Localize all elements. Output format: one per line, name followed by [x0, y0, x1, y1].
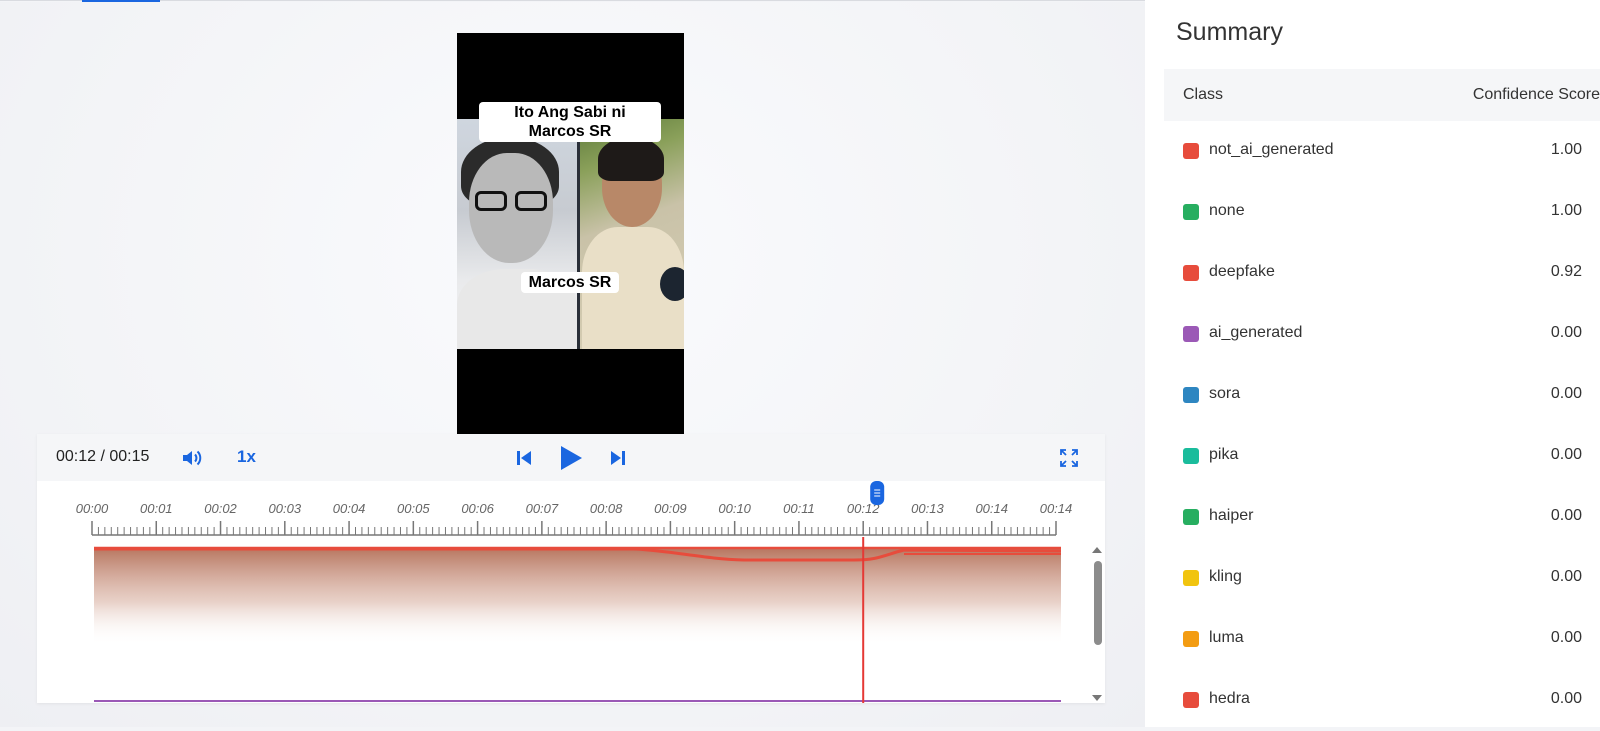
class-color-swatch [1183, 570, 1199, 586]
class-color-swatch [1183, 692, 1199, 708]
scroll-thumb [1094, 561, 1102, 645]
class-name: not_ai_generated [1209, 141, 1334, 158]
fullscreen-icon[interactable] [1059, 448, 1079, 468]
class-color-swatch [1183, 326, 1199, 342]
class-name: haiper [1209, 507, 1254, 524]
video-frame[interactable]: Ito Ang Sabi ni Marcos SR Marcos SR [457, 33, 684, 436]
summary-row[interactable]: not_ai_generated 1.00 [1164, 121, 1600, 182]
column-header-confidence-score[interactable]: Confidence Score [1473, 86, 1600, 104]
scroll-down-arrow-icon [1092, 695, 1102, 701]
summary-row[interactable]: sora 0.00 [1164, 365, 1600, 426]
play-icon[interactable] [558, 444, 584, 472]
skip-previous-icon[interactable] [515, 449, 533, 467]
timeline-ruler[interactable] [37, 481, 1105, 551]
controls-bar: 00:12 / 00:15 1x [37, 434, 1105, 481]
class-name: none [1209, 202, 1245, 219]
summary-title: Summary [1176, 18, 1283, 46]
video-photo-left [457, 119, 577, 349]
time-display: 00:12 / 00:15 [56, 448, 150, 465]
summary-row[interactable]: pika 0.00 [1164, 426, 1600, 487]
column-header-class[interactable]: Class [1183, 86, 1223, 104]
volume-icon[interactable] [181, 448, 203, 468]
confidence-score: 0.00 [1550, 507, 1582, 524]
confidence-score: 0.00 [1550, 690, 1582, 707]
class-color-swatch [1183, 204, 1199, 220]
class-name: hedra [1209, 690, 1250, 707]
summary-panel: Summary Class Confidence Score not_ai_ge… [1145, 0, 1600, 727]
timeline-scrollbar[interactable] [1089, 545, 1105, 703]
skip-next-icon[interactable] [609, 449, 627, 467]
class-name: kling [1209, 568, 1242, 585]
class-name: pika [1209, 446, 1239, 463]
class-color-swatch [1183, 509, 1199, 525]
video-caption-top: Ito Ang Sabi ni Marcos SR [479, 102, 661, 142]
summary-row[interactable]: luma 0.00 [1164, 609, 1600, 670]
confidence-chart [94, 546, 1061, 702]
summary-row[interactable]: hedra 0.00 [1164, 670, 1600, 731]
summary-row[interactable]: haiper 0.00 [1164, 487, 1600, 548]
class-name: sora [1209, 385, 1241, 402]
class-color-swatch [1183, 631, 1199, 647]
confidence-score: 0.00 [1550, 629, 1582, 646]
summary-row[interactable]: kling 0.00 [1164, 548, 1600, 609]
confidence-area-fill [94, 549, 1061, 645]
class-color-swatch [1183, 143, 1199, 159]
confidence-score: 0.92 [1550, 263, 1582, 280]
summary-table-header: Class Confidence Score [1164, 69, 1600, 121]
summary-row[interactable]: ai_generated 0.00 [1164, 304, 1600, 365]
confidence-score: 0.00 [1550, 385, 1582, 402]
video-player: 00:12 / 00:15 1x 00:00 00:01 00:02 00:03… [37, 434, 1105, 703]
timeline[interactable]: 00:00 00:01 00:02 00:03 00:04 00:05 00:06 00:07… [37, 481, 1105, 703]
confidence-score: 0.00 [1550, 446, 1582, 463]
confidence-score: 0.00 [1550, 324, 1582, 341]
class-color-swatch [1183, 265, 1199, 281]
confidence-score: 0.00 [1550, 568, 1582, 585]
video-caption-bottom: Marcos SR [521, 272, 619, 293]
video-photo-right [580, 119, 684, 349]
summary-row[interactable]: deepfake 0.92 [1164, 243, 1600, 304]
class-name: deepfake [1209, 263, 1275, 280]
summary-row[interactable]: none 1.00 [1164, 182, 1600, 243]
confidence-score: 1.00 [1550, 202, 1582, 219]
scroll-up-arrow-icon [1092, 547, 1102, 553]
playback-speed-button[interactable]: 1x [237, 447, 256, 467]
class-color-swatch [1183, 387, 1199, 403]
top-border [0, 0, 1145, 1]
class-name: ai_generated [1209, 324, 1303, 341]
class-color-swatch [1183, 448, 1199, 464]
class-name: luma [1209, 629, 1244, 646]
confidence-score: 1.00 [1550, 141, 1582, 158]
